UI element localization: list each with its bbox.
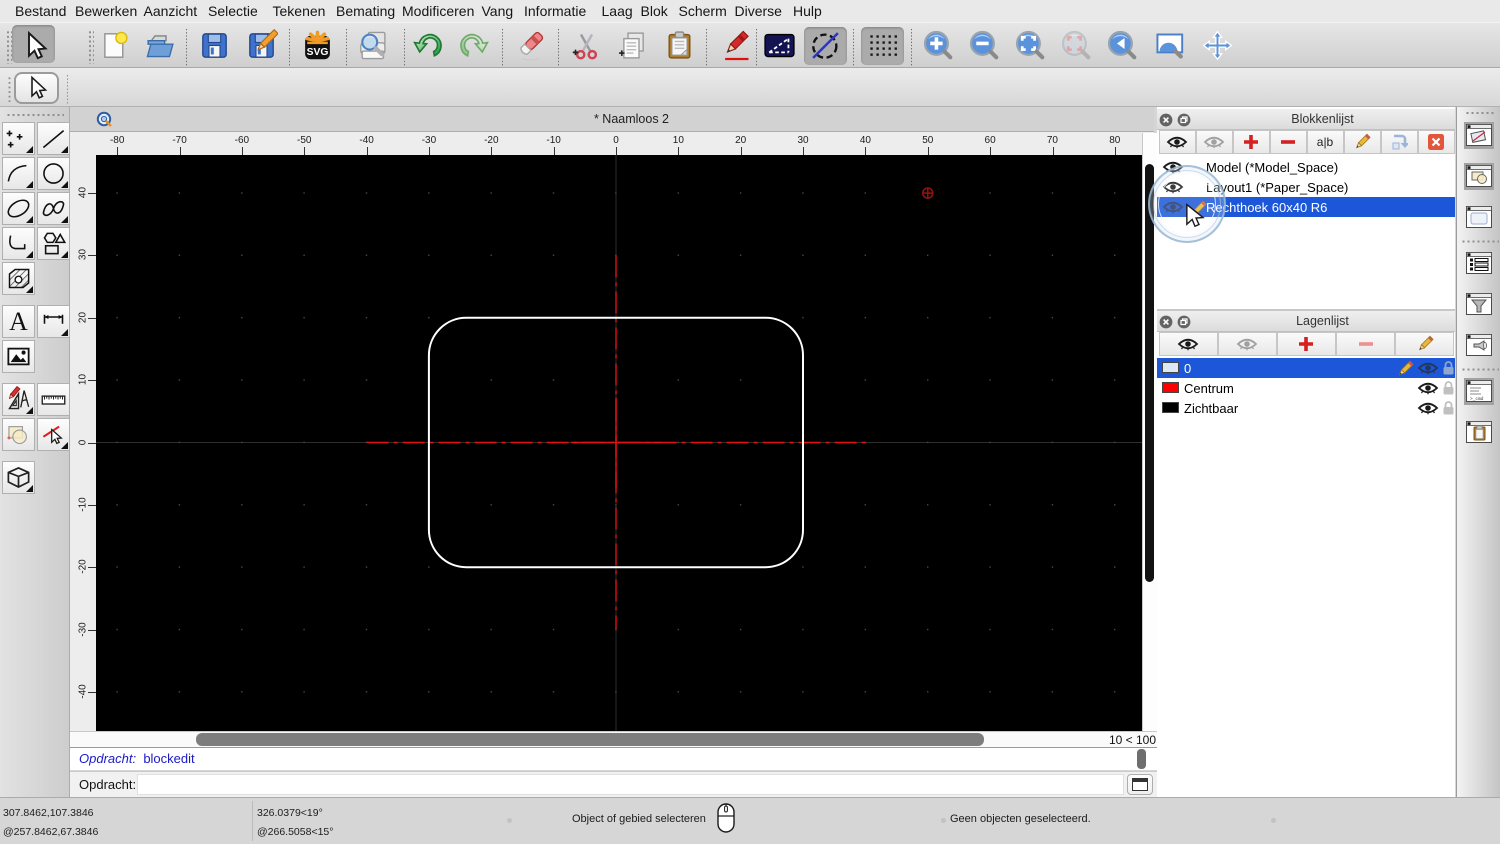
svg-text:A: A [9,308,28,335]
svg-text:SVG: SVG [306,47,328,58]
svg-text:>_cmd: >_cmd [1470,396,1484,402]
